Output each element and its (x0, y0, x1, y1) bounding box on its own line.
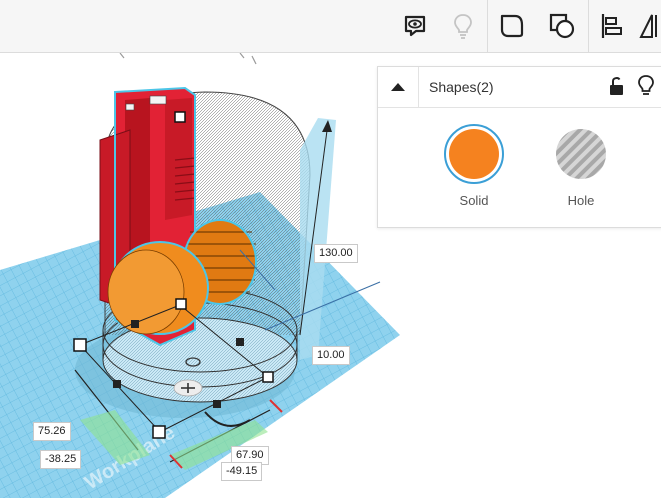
resize-handle-mid[interactable] (236, 338, 244, 346)
shape-union-icon (549, 13, 575, 39)
lightbulb-icon (638, 75, 654, 95)
panel-title: Shapes(2) (429, 79, 494, 95)
align-icon (601, 14, 622, 38)
resize-handle-mid[interactable] (113, 380, 121, 388)
shape-outline-icon (500, 14, 524, 38)
panel-light-button[interactable] (636, 73, 660, 99)
caret-up-icon (391, 83, 405, 91)
resize-handle[interactable] (262, 371, 274, 383)
group-button[interactable] (496, 10, 528, 42)
resize-handle[interactable] (175, 298, 187, 310)
toolbar-separator (487, 0, 488, 52)
ungroup-button[interactable] (546, 10, 578, 42)
collapse-panel-button[interactable] (378, 67, 419, 107)
hole-option[interactable]: Hole (541, 123, 621, 208)
top-toolbar (0, 0, 661, 53)
toolbar-separator (588, 0, 589, 52)
lock-button[interactable] (606, 75, 628, 97)
position-x-dimension[interactable]: -49.15 (221, 462, 263, 481)
resize-handle-mid[interactable] (131, 320, 139, 328)
shape-inspector-panel: Shapes(2) Solid Hole (377, 66, 661, 228)
unlock-icon (610, 77, 623, 95)
comment-eye-icon (404, 15, 426, 37)
align-button[interactable] (596, 10, 628, 42)
mirror-icon (638, 14, 657, 38)
lightbulb-icon (454, 14, 472, 39)
solid-swatch[interactable] (443, 123, 505, 185)
resize-handle[interactable] (152, 425, 166, 439)
height-dimension[interactable]: 130.00 (314, 244, 358, 263)
panel-header: Shapes(2) (378, 67, 661, 108)
light-button[interactable] (447, 10, 479, 42)
solid-label: Solid (459, 193, 489, 208)
resize-handle-mid[interactable] (213, 400, 221, 408)
mirror-button[interactable] (636, 10, 661, 42)
resize-handle[interactable] (73, 338, 87, 352)
solid-option[interactable]: Solid (434, 123, 514, 208)
width-y-dimension[interactable]: 75.26 (33, 422, 71, 441)
hole-label: Hole (567, 193, 595, 208)
notes-visibility-button[interactable] (399, 10, 431, 42)
hole-swatch[interactable] (550, 123, 612, 185)
resize-handle[interactable] (174, 111, 186, 123)
elevation-dimension[interactable]: 10.00 (312, 346, 350, 365)
snap-indicators (119, 52, 257, 65)
position-y-dimension[interactable]: -38.25 (40, 450, 82, 469)
